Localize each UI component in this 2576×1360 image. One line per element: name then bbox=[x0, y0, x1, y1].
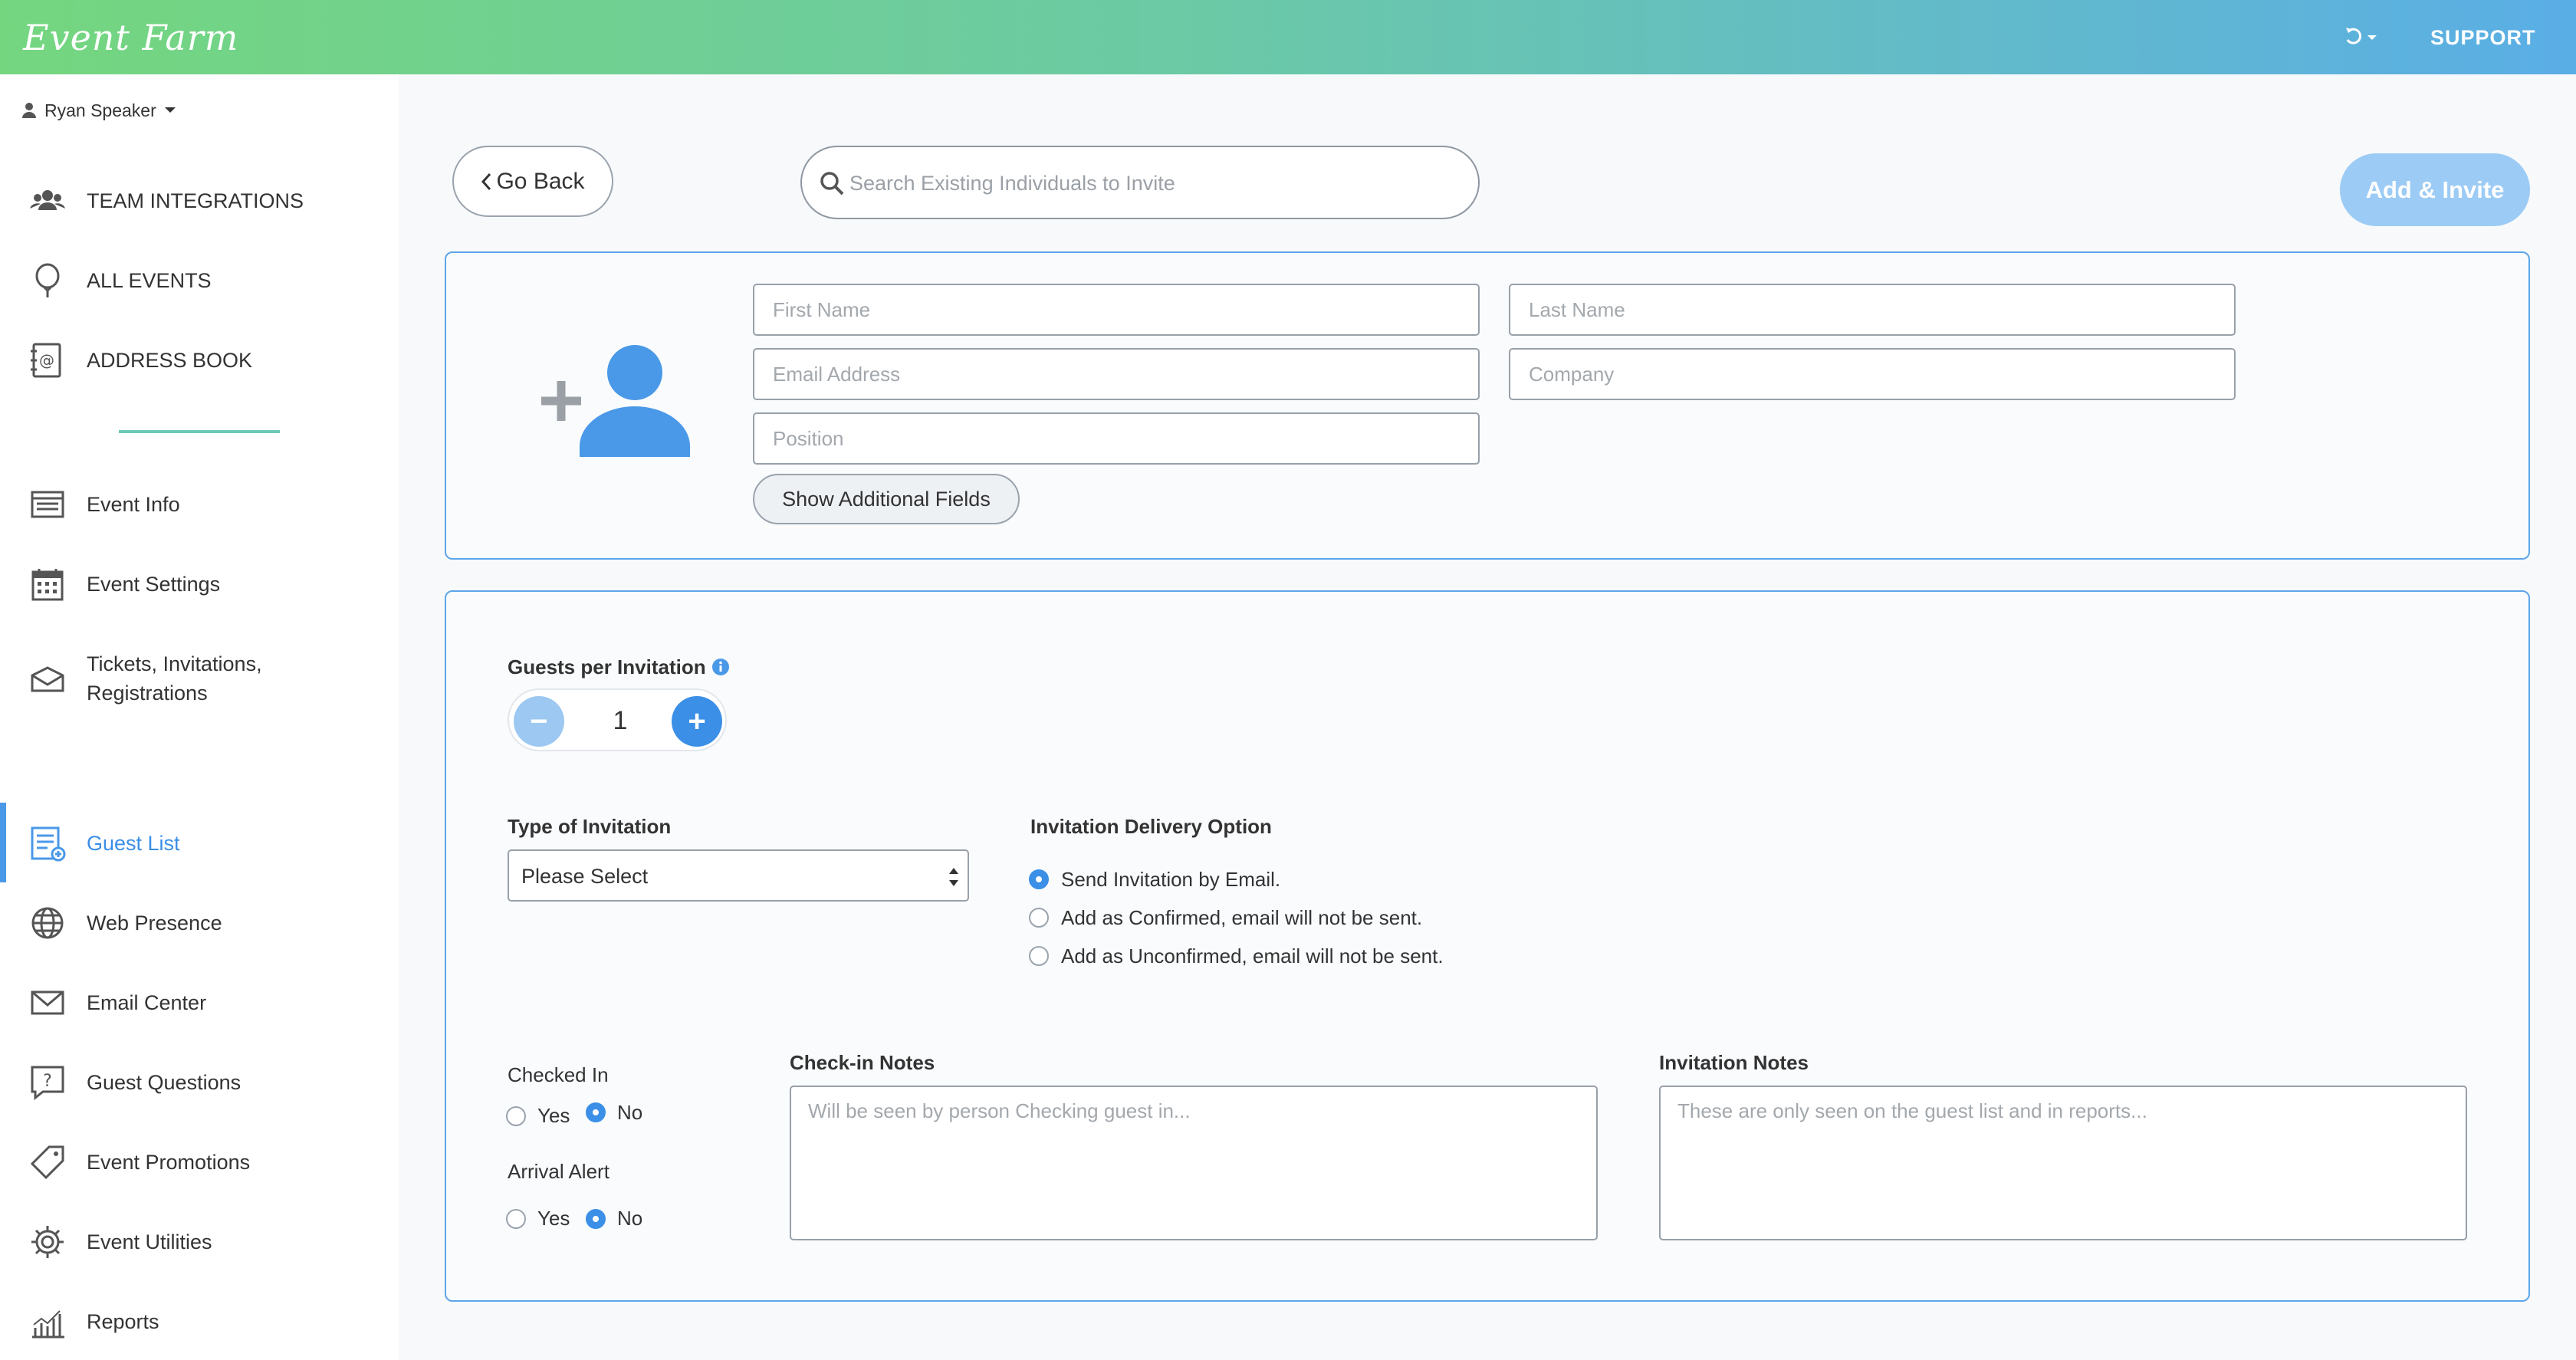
sidebar-item-address-book[interactable]: @ ADDRESS BOOK bbox=[0, 333, 399, 387]
first-name-field[interactable] bbox=[753, 284, 1480, 336]
add-invite-button[interactable]: Add & Invite bbox=[2340, 153, 2530, 226]
envelope-icon bbox=[31, 990, 64, 1015]
sidebar-item-team-integrations[interactable]: TEAM INTEGRATIONS bbox=[0, 174, 399, 228]
tag-icon bbox=[30, 1145, 64, 1180]
guests-count: 1 bbox=[613, 706, 628, 735]
checked-in-yes-label: Yes bbox=[537, 1104, 570, 1127]
team-icon bbox=[30, 190, 65, 210]
sidebar-item-label: Event Promotions bbox=[87, 1151, 251, 1174]
delivery-radio-email[interactable] bbox=[1029, 869, 1049, 889]
arrival-alert-label: Arrival Alert bbox=[508, 1160, 610, 1183]
sidebar-item-label: Guest Questions bbox=[87, 1071, 242, 1094]
sidebar-item-web-presence[interactable]: Web Presence bbox=[0, 896, 399, 950]
search-input[interactable] bbox=[848, 161, 1457, 205]
gear-icon bbox=[31, 1226, 64, 1258]
calendar-icon bbox=[31, 569, 64, 601]
sidebar: Ryan Speaker TEAM INTEGRATIONS ALL EVENT… bbox=[0, 74, 399, 1360]
selected-option: Please Select bbox=[521, 865, 649, 888]
sidebar-item-label: ADDRESS BOOK bbox=[87, 349, 253, 372]
arrival-alert-yes-label: Yes bbox=[537, 1207, 570, 1230]
sidebar-item-guest-list[interactable]: Guest List bbox=[0, 816, 399, 870]
increment-button[interactable]: + bbox=[672, 696, 722, 747]
search-box[interactable] bbox=[800, 146, 1480, 219]
globe-icon bbox=[31, 907, 64, 939]
delivery-option-email-label: Send Invitation by Email. bbox=[1061, 868, 1281, 891]
sidebar-item-label: Email Center bbox=[87, 991, 207, 1014]
address-book-icon: @ bbox=[31, 343, 61, 378]
reports-icon bbox=[32, 1310, 64, 1339]
type-of-invitation-select[interactable]: Please Select bbox=[508, 849, 969, 902]
sync-icon[interactable] bbox=[2341, 23, 2387, 52]
guests-per-invitation-text: Guests per Invitation bbox=[508, 655, 706, 678]
sidebar-separator bbox=[119, 430, 280, 433]
user-menu[interactable]: Ryan Speaker bbox=[21, 97, 176, 123]
guests-per-invitation-label: Guests per Invitation bbox=[508, 653, 730, 681]
delivery-option-unconfirmed-label: Add as Unconfirmed, email will not be se… bbox=[1061, 944, 1444, 967]
position-field[interactable] bbox=[753, 412, 1480, 465]
sidebar-item-label: Guest List bbox=[87, 832, 180, 855]
company-field[interactable] bbox=[1509, 348, 2236, 400]
go-back-label: Go Back bbox=[496, 168, 585, 194]
sidebar-item-label: Tickets, Invitations, bbox=[87, 652, 262, 675]
delivery-radio-unconfirmed[interactable] bbox=[1029, 946, 1049, 966]
question-icon: ? bbox=[31, 1066, 64, 1101]
sidebar-item-guest-questions[interactable]: ? Guest Questions bbox=[0, 1056, 399, 1109]
sidebar-item-all-events[interactable]: ALL EVENTS bbox=[0, 254, 399, 307]
type-of-invitation-label: Type of Invitation bbox=[508, 815, 672, 838]
arrival-alert-no-label: No bbox=[617, 1207, 643, 1230]
event-farm-logo[interactable]: Event Farm bbox=[23, 11, 238, 64]
guest-list-icon bbox=[31, 826, 66, 862]
chevron-down-icon bbox=[164, 107, 176, 113]
sidebar-item-tickets[interactable]: Tickets, Invitations, Registrations bbox=[0, 642, 399, 718]
balloon-icon bbox=[35, 263, 60, 297]
invitation-notes-textarea[interactable] bbox=[1659, 1086, 2467, 1240]
email-field[interactable] bbox=[753, 348, 1480, 400]
ticket-icon bbox=[31, 666, 64, 692]
checkin-notes-textarea[interactable] bbox=[790, 1086, 1598, 1240]
delivery-option-confirmed-label: Add as Confirmed, email will not be sent… bbox=[1061, 906, 1423, 929]
info-icon[interactable] bbox=[711, 658, 730, 676]
search-icon bbox=[820, 172, 844, 195]
guests-stepper[interactable]: − 1 + bbox=[508, 688, 727, 751]
sidebar-item-label: Web Presence bbox=[87, 912, 222, 935]
checked-in-no-radio[interactable] bbox=[586, 1102, 606, 1122]
svg-text:@: @ bbox=[39, 351, 54, 370]
sidebar-item-event-utilities[interactable]: Event Utilities bbox=[0, 1215, 399, 1269]
sidebar-item-reports[interactable]: Reports bbox=[0, 1295, 399, 1349]
user-icon bbox=[22, 103, 36, 118]
event-info-icon bbox=[31, 491, 64, 518]
svg-text:?: ? bbox=[43, 1072, 52, 1091]
select-arrows-icon bbox=[949, 868, 958, 886]
chevron-left-icon bbox=[481, 172, 491, 190]
sidebar-item-event-settings[interactable]: Event Settings bbox=[0, 557, 399, 611]
sidebar-item-label: Reports bbox=[87, 1310, 159, 1333]
sidebar-item-label-line2: Registrations bbox=[87, 682, 208, 705]
sidebar-item-event-promotions[interactable]: Event Promotions bbox=[0, 1135, 399, 1189]
top-bar: Event Farm SUPPORT bbox=[0, 0, 2576, 74]
support-link[interactable]: SUPPORT bbox=[2430, 23, 2536, 52]
arrival-alert-no-radio[interactable] bbox=[586, 1209, 606, 1229]
checked-in-no-label: No bbox=[617, 1101, 643, 1124]
sidebar-item-label: Event Utilities bbox=[87, 1230, 212, 1253]
delivery-option-label: Invitation Delivery Option bbox=[1030, 815, 1272, 838]
invitation-notes-label: Invitation Notes bbox=[1659, 1051, 1809, 1074]
sidebar-item-label: TEAM INTEGRATIONS bbox=[87, 189, 304, 212]
sidebar-item-label: Event Info bbox=[87, 493, 180, 516]
user-name: Ryan Speaker bbox=[44, 100, 156, 120]
delivery-radio-confirmed[interactable] bbox=[1029, 908, 1049, 928]
show-additional-fields-button[interactable]: Show Additional Fields bbox=[753, 474, 1020, 524]
arrival-alert-yes-radio[interactable] bbox=[506, 1209, 526, 1229]
add-person-icon bbox=[541, 345, 690, 457]
sidebar-item-label: ALL EVENTS bbox=[87, 269, 212, 292]
checked-in-label: Checked In bbox=[508, 1063, 609, 1086]
last-name-field[interactable] bbox=[1509, 284, 2236, 336]
decrement-button[interactable]: − bbox=[514, 696, 564, 747]
sidebar-item-label: Event Settings bbox=[87, 573, 221, 596]
checked-in-yes-radio[interactable] bbox=[506, 1106, 526, 1126]
go-back-button[interactable]: Go Back bbox=[452, 146, 613, 217]
sidebar-item-event-info[interactable]: Event Info bbox=[0, 478, 399, 531]
checkin-notes-label: Check-in Notes bbox=[790, 1051, 935, 1074]
sidebar-item-email-center[interactable]: Email Center bbox=[0, 976, 399, 1030]
